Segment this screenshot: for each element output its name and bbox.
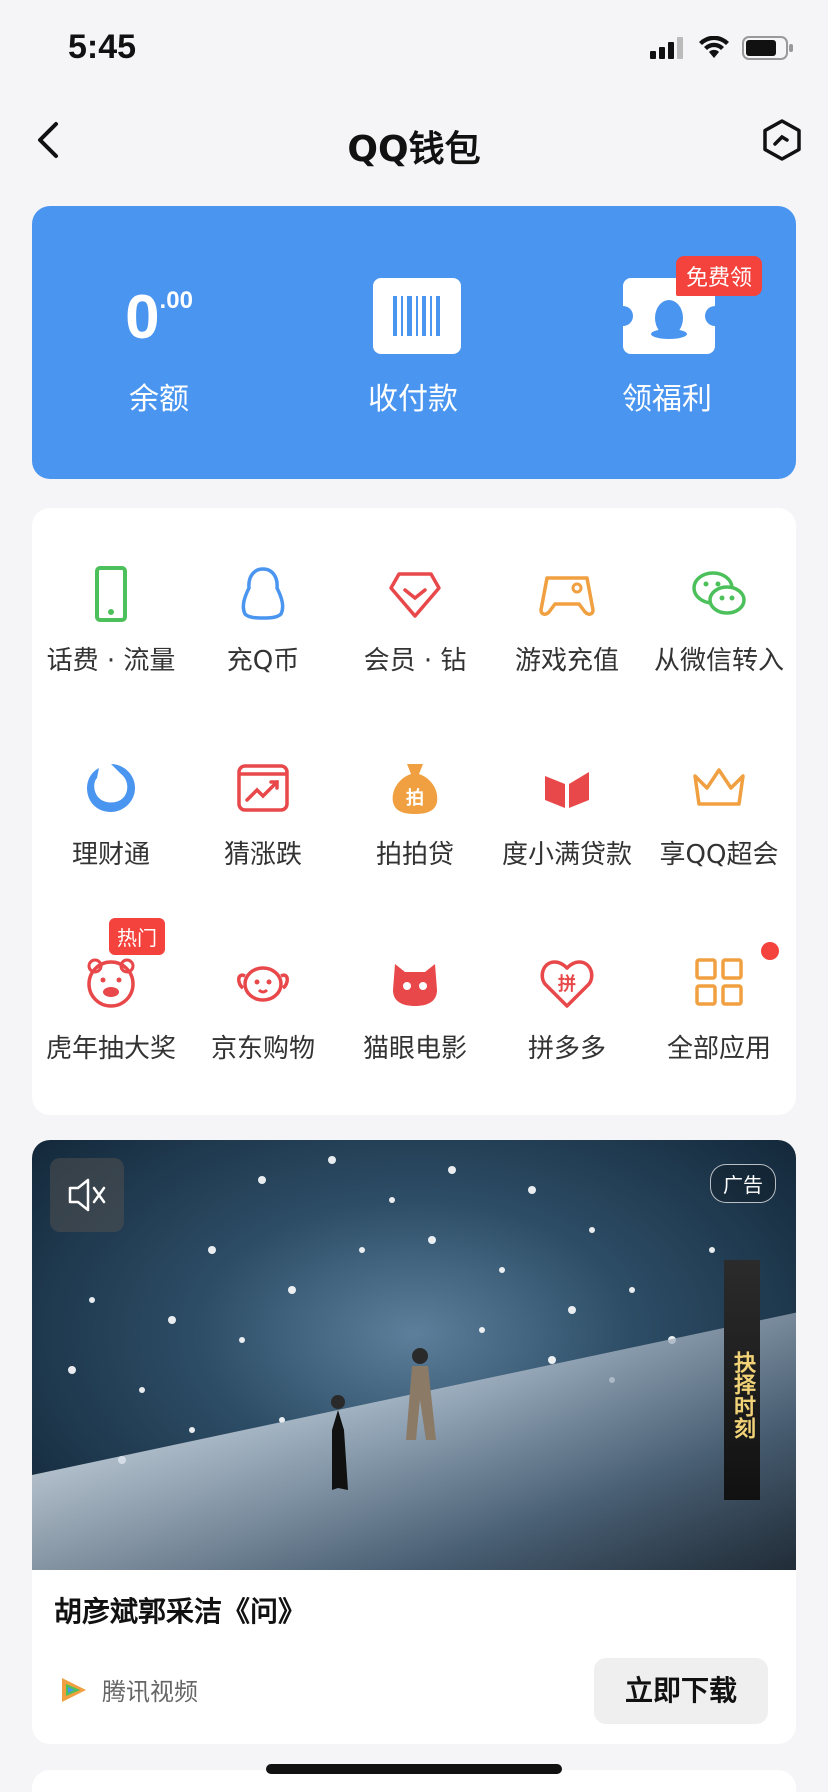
grid-apps-icon xyxy=(695,958,743,1006)
service-pinduoduo[interactable]: 拼 拼多多 xyxy=(491,954,643,1084)
wechat-icon xyxy=(692,571,746,615)
download-button[interactable]: 立即下载 xyxy=(594,1658,768,1724)
nav-bar: QQ钱包 xyxy=(0,100,828,180)
service-duxiaoman[interactable]: 度小满贷款 xyxy=(491,760,643,890)
pinduoduo-icon: 拼 xyxy=(540,960,594,1008)
service-label: 京东购物 xyxy=(210,1034,315,1064)
service-maoyan-movie[interactable]: 猫眼电影 xyxy=(339,954,491,1084)
status-time: 5:45 xyxy=(68,28,137,66)
free-badge: 免费领 xyxy=(676,256,763,296)
status-bar: 5:45 xyxy=(0,0,828,100)
balance-decimal: .00 xyxy=(159,287,193,314)
service-label: 会员 · 钻 xyxy=(363,646,467,676)
svg-text:拍: 拍 xyxy=(406,787,424,809)
notification-dot xyxy=(761,942,779,960)
status-icons xyxy=(650,36,794,60)
pay-receive-button[interactable]: 收付款 xyxy=(286,206,540,479)
service-paipaidai[interactable]: 拍 拍拍贷 xyxy=(339,760,491,890)
ad-source-label: 腾讯视频 xyxy=(102,1678,198,1706)
service-label: 理财通 xyxy=(71,840,150,870)
money-bag-icon: 拍 xyxy=(392,764,438,814)
balance-integer: 0 xyxy=(125,283,160,352)
service-label: 全部应用 xyxy=(666,1034,771,1064)
barcode-icon xyxy=(373,278,461,354)
service-phone-data[interactable]: 话费 · 流量 xyxy=(35,566,187,696)
jd-dog-icon xyxy=(237,966,289,1002)
service-label: 充Q币 xyxy=(226,646,300,676)
licaitong-icon xyxy=(87,764,135,812)
service-jd-shopping[interactable]: 京东购物 xyxy=(187,954,339,1084)
service-licaitong[interactable]: 理财通 xyxy=(35,760,187,890)
ad-source: 腾讯视频 xyxy=(58,1672,198,1707)
service-label: 从微信转入 xyxy=(653,646,784,676)
hot-badge: 热门 xyxy=(109,918,165,955)
ad-title: 胡彦斌郭采洁《问》 xyxy=(54,1595,307,1628)
service-q-coin[interactable]: 充Q币 xyxy=(187,566,339,696)
service-label: 猫眼电影 xyxy=(362,1034,467,1064)
service-all-apps[interactable]: 全部应用 xyxy=(643,942,795,1084)
service-label: 游戏充值 xyxy=(514,646,619,676)
welfare-button[interactable]: 免费领 领福利 xyxy=(540,206,794,479)
service-guess-rise-fall[interactable]: 猜涨跌 xyxy=(187,760,339,890)
service-wechat-transfer[interactable]: 从微信转入 xyxy=(643,566,795,696)
cat-face-icon xyxy=(393,964,437,1006)
balance-amount: 0.00 xyxy=(32,282,286,353)
wifi-icon xyxy=(699,36,729,58)
service-label: 拼多多 xyxy=(527,1034,606,1064)
video-player[interactable]: 广告 抉择时刻 xyxy=(32,1140,796,1570)
service-member-diamond[interactable]: 会员 · 钻 xyxy=(339,566,491,696)
service-label: 度小满贷款 xyxy=(501,840,632,870)
duxiaoman-icon xyxy=(545,772,589,808)
pay-receive-label: 收付款 xyxy=(368,382,458,417)
service-label: 享QQ超会 xyxy=(659,840,779,870)
game-controller-icon xyxy=(539,576,595,616)
service-label: 话费 · 流量 xyxy=(46,646,176,676)
side-banner: 抉择时刻 xyxy=(724,1260,760,1500)
cellular-signal-icon xyxy=(650,37,683,59)
performers xyxy=(331,1348,436,1490)
tiger-icon xyxy=(87,958,135,1008)
balance-label: 余额 xyxy=(129,382,189,417)
service-qq-super-member[interactable]: 享QQ超会 xyxy=(643,760,795,890)
service-tiger-lottery[interactable]: 热门 虎年抽大奖 xyxy=(35,918,187,1084)
home-indicator xyxy=(266,1764,562,1774)
stock-chart-icon xyxy=(237,764,289,812)
page-title: QQ钱包 xyxy=(347,129,481,170)
mute-button[interactable] xyxy=(50,1158,124,1232)
balance-button[interactable]: 0.00 余额 xyxy=(32,206,286,479)
penguin-icon xyxy=(241,567,285,620)
wallet-card: 0.00 余额 收付款 免费领 领福利 xyxy=(32,206,796,479)
ad-tag: 广告 xyxy=(710,1164,776,1203)
tencent-video-icon xyxy=(62,1677,86,1702)
svg-text:拼: 拼 xyxy=(558,973,576,995)
settings-hexagon-icon[interactable] xyxy=(760,118,804,162)
diamond-icon xyxy=(389,572,441,618)
welfare-label: 领福利 xyxy=(622,382,712,417)
service-label: 猜涨跌 xyxy=(223,840,302,870)
speaker-muted-icon xyxy=(68,1178,106,1212)
ad-card[interactable]: 广告 抉择时刻 胡彦斌郭采洁《问》 腾讯视频 立即下载 xyxy=(32,1140,796,1744)
crown-icon xyxy=(693,768,745,806)
services-grid: 话费 · 流量 充Q币 会员 · 钻 游戏充值 从微信转入 理财通 猜涨跌 拍 … xyxy=(32,508,796,1115)
battery-icon xyxy=(742,36,793,60)
service-game-recharge[interactable]: 游戏充值 xyxy=(491,566,643,696)
service-label: 虎年抽大奖 xyxy=(45,1034,176,1064)
service-label: 拍拍贷 xyxy=(375,840,454,870)
phone-icon xyxy=(95,566,127,622)
